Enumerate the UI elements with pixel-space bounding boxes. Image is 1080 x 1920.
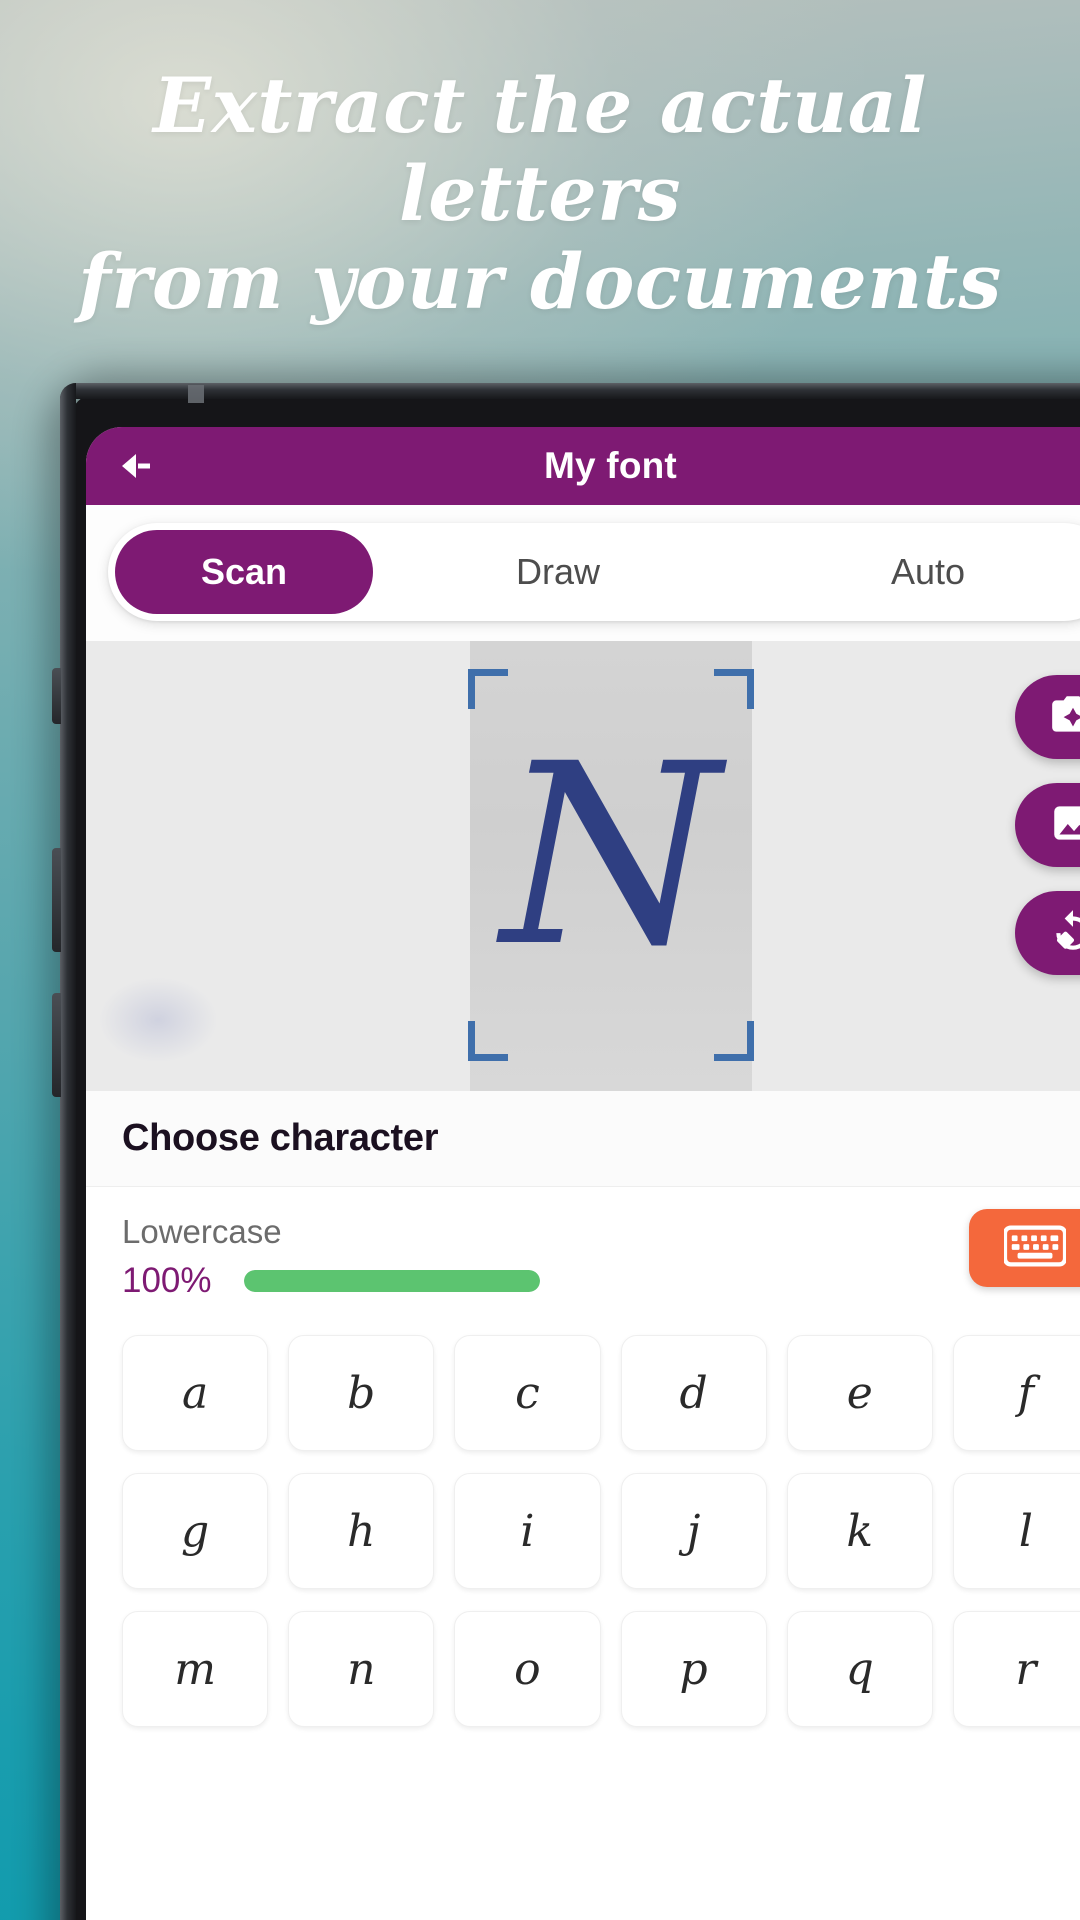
app-bar: My font xyxy=(86,427,1080,505)
character-tile[interactable]: d xyxy=(620,1335,767,1451)
character-tile[interactable]: k xyxy=(786,1473,933,1589)
promo-headline: Extract the actual letters from your doc… xyxy=(0,62,1080,326)
phone-antenna-line xyxy=(188,385,204,403)
promo-headline-line1: Extract the actual letters xyxy=(153,61,927,238)
lowercase-percent: 100% xyxy=(122,1261,212,1300)
crop-handle-top-left[interactable] xyxy=(467,669,508,709)
keyboard-icon xyxy=(1002,1223,1068,1274)
lowercase-section: Lowercase 100% xyxy=(86,1187,1080,1301)
phone-screen: My font Scan Draw Auto N Choose characte… xyxy=(86,427,1080,1920)
phone-mockup: My font Scan Draw Auto N Choose characte… xyxy=(52,383,1080,1920)
character-tile[interactable]: m xyxy=(122,1611,269,1727)
phone-button-volume-up xyxy=(52,848,61,952)
lowercase-progress-track xyxy=(244,1270,540,1292)
character-tile[interactable]: i xyxy=(454,1473,601,1589)
page-title: My font xyxy=(544,445,677,486)
camera-capture-button[interactable] xyxy=(1015,675,1080,759)
rotate-icon xyxy=(1048,906,1080,961)
phone-bezel-top xyxy=(60,383,1080,399)
crop-handle-top-right[interactable] xyxy=(713,669,754,709)
tab-auto[interactable]: Auto xyxy=(743,523,1080,621)
crop-handle-bottom-left[interactable] xyxy=(467,1021,508,1061)
preview-action-buttons xyxy=(1015,675,1080,975)
image-icon xyxy=(1048,798,1080,853)
preview-shadow xyxy=(98,977,218,1063)
lowercase-progress-row: 100% xyxy=(122,1261,1080,1301)
character-tile[interactable]: h xyxy=(288,1473,435,1589)
back-arrow-icon[interactable] xyxy=(116,444,160,488)
lowercase-label: Lowercase xyxy=(122,1213,282,1250)
character-tile[interactable]: a xyxy=(122,1335,269,1451)
mode-tabs: Scan Draw Auto xyxy=(108,523,1080,621)
lowercase-progress-fill xyxy=(244,1270,540,1292)
character-tile[interactable]: p xyxy=(620,1611,767,1727)
pick-from-gallery-button[interactable] xyxy=(1015,783,1080,867)
character-tile[interactable]: o xyxy=(454,1611,601,1727)
tab-scan[interactable]: Scan xyxy=(115,530,373,614)
choose-character-heading: Choose character xyxy=(122,1117,439,1159)
crop-overlay[interactable] xyxy=(467,669,754,1061)
scan-preview[interactable]: N xyxy=(86,641,1080,1091)
phone-bezel-left xyxy=(60,383,76,1920)
character-tile[interactable]: r xyxy=(952,1611,1080,1727)
character-tile[interactable]: j xyxy=(620,1473,767,1589)
character-tile[interactable]: c xyxy=(454,1335,601,1451)
promo-screenshot: Extract the actual letters from your doc… xyxy=(0,0,1080,1920)
overflow-menu-icon[interactable] xyxy=(1065,440,1080,492)
character-tile[interactable]: f xyxy=(952,1335,1080,1451)
phone-button-mute xyxy=(52,668,61,724)
mode-tabs-container: Scan Draw Auto xyxy=(86,505,1080,641)
keyboard-toggle-button[interactable] xyxy=(969,1209,1080,1287)
character-tile[interactable]: e xyxy=(786,1335,933,1451)
choose-character-header: Choose character xyxy=(86,1091,1080,1187)
character-tile[interactable]: n xyxy=(288,1611,435,1727)
tab-draw[interactable]: Draw xyxy=(373,523,743,621)
character-grid: abcdef ghijkl mnopqr xyxy=(86,1301,1080,1737)
phone-button-volume-down xyxy=(52,993,61,1097)
rotate-image-button[interactable] xyxy=(1015,891,1080,975)
crop-handle-bottom-right[interactable] xyxy=(713,1021,754,1061)
character-tile[interactable]: b xyxy=(288,1335,435,1451)
character-tile[interactable]: g xyxy=(122,1473,269,1589)
character-tile[interactable]: q xyxy=(786,1611,933,1727)
promo-headline-line2: from your documents xyxy=(78,237,1002,326)
character-tile[interactable]: l xyxy=(952,1473,1080,1589)
camera-icon xyxy=(1048,690,1080,745)
